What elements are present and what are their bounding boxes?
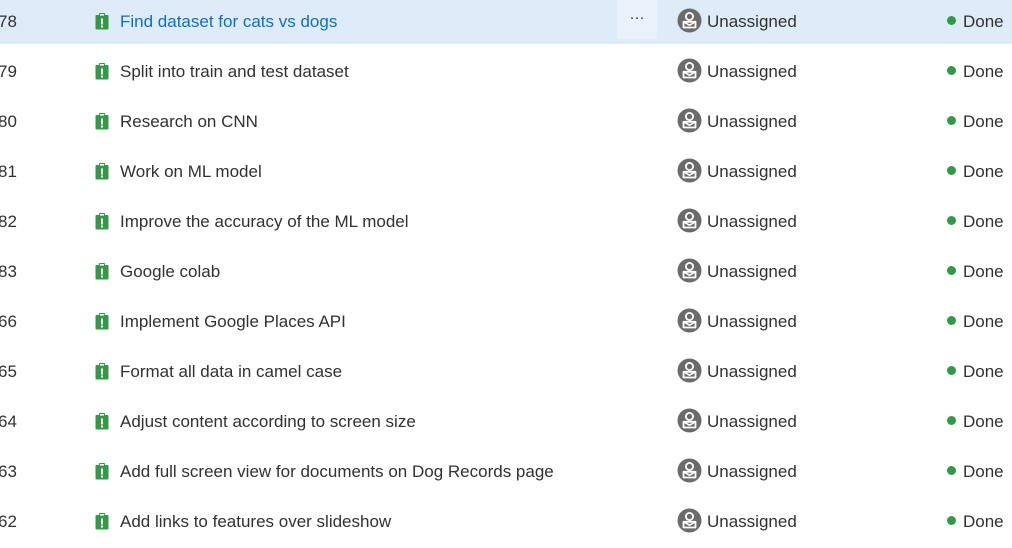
state-done-dot-icon [947,66,956,75]
table-row[interactable]: 80 Research on CNN Unassigned Done [0,99,1012,144]
table-row[interactable]: 66 Implement Google Places API Unassigned D… [0,299,1012,344]
work-item-title[interactable]: Implement Google Places API [120,299,346,344]
task-icon [95,313,109,330]
task-icon [95,13,109,30]
task-icon [95,163,109,180]
table-row[interactable]: 62 Add links to features over slideshow Un… [0,499,1012,544]
state-done-dot-icon [947,216,956,225]
state-label: Done [963,462,1004,481]
avatar [677,8,702,33]
state-done-dot-icon [947,516,956,525]
work-item-title[interactable]: Google colab [120,249,220,294]
state-done-dot-icon [947,16,956,25]
state-done-dot-icon [947,316,956,325]
work-item-title[interactable]: Add links to features over slideshow [120,499,391,544]
work-item-title[interactable]: Research on CNN [120,99,258,144]
state-done-dot-icon [947,416,956,425]
state-done-dot-icon [947,116,956,125]
assignee-label: Unassigned [707,212,797,231]
work-item-id: 63 [0,462,17,481]
state-done-dot-icon [947,466,956,475]
state-label: Done [963,112,1004,131]
state-label: Done [963,412,1004,431]
work-item-title[interactable]: Split into train and test dataset [120,49,349,94]
assignee-label: Unassigned [707,62,797,81]
work-item-title[interactable]: Find dataset for cats vs dogs [120,0,337,44]
state-done-dot-icon [947,366,956,375]
work-item-id: 78 [0,12,17,31]
assignee-label: Unassigned [707,112,797,131]
state-label: Done [963,162,1004,181]
avatar [677,208,702,233]
task-icon [95,213,109,230]
work-item-id: 81 [0,162,17,181]
table-row[interactable]: 82 Improve the accuracy of the ML model Un… [0,199,1012,244]
task-icon [95,113,109,130]
more-actions-button[interactable]: ··· [617,0,657,39]
table-row[interactable]: 81 Work on ML model Unassigned Done [0,149,1012,194]
state-label: Done [963,362,1004,381]
state-done-dot-icon [947,166,956,175]
avatar [677,258,702,283]
task-icon [95,463,109,480]
table-row[interactable]: 79 Split into train and test dataset Unass… [0,49,1012,94]
avatar [677,508,702,533]
avatar [677,108,702,133]
assignee-label: Unassigned [707,12,797,31]
work-item-title[interactable]: Work on ML model [120,149,262,194]
work-item-id: 62 [0,512,17,531]
task-icon [95,263,109,280]
work-item-id: 80 [0,112,17,131]
work-item-id: 66 [0,312,17,331]
table-row[interactable]: 83 Google colab Unassigned Done [0,249,1012,294]
state-label: Done [963,262,1004,281]
work-item-title[interactable]: Format all data in camel case [120,349,342,394]
work-item-id: 64 [0,412,17,431]
assignee-label: Unassigned [707,262,797,281]
work-item-title[interactable]: Adjust content according to screen size [120,399,416,444]
task-icon [95,63,109,80]
assignee-label: Unassigned [707,362,797,381]
state-label: Done [963,62,1004,81]
assignee-label: Unassigned [707,312,797,331]
task-icon [95,363,109,380]
assignee-label: Unassigned [707,162,797,181]
work-item-title[interactable]: Improve the accuracy of the ML model [120,199,409,244]
avatar [677,58,702,83]
work-item-id: 79 [0,62,17,81]
state-label: Done [963,12,1004,31]
table-row[interactable]: 65 Format all data in camel case Unassigne… [0,349,1012,394]
state-done-dot-icon [947,266,956,275]
assignee-label: Unassigned [707,462,797,481]
table-row[interactable]: 63 Add full screen view for documents on … [0,449,1012,494]
avatar [677,308,702,333]
state-label: Done [963,512,1004,531]
table-row[interactable]: 78 Find dataset for cats vs dogs ··· Unassi… [0,0,1012,44]
table-row[interactable]: 64 Adjust content according to screen siz… [0,399,1012,444]
avatar [677,158,702,183]
avatar [677,358,702,383]
assignee-label: Unassigned [707,512,797,531]
avatar [677,458,702,483]
state-label: Done [963,212,1004,231]
assignee-label: Unassigned [707,412,797,431]
work-item-id: 82 [0,212,17,231]
state-label: Done [963,312,1004,331]
work-item-id: 83 [0,262,17,281]
work-item-title[interactable]: Add full screen view for documents on Do… [120,449,554,494]
avatar [677,408,702,433]
task-icon [95,513,109,530]
task-icon [95,413,109,430]
work-item-list: 78 Find dataset for cats vs dogs ··· Unassi… [0,0,1012,548]
work-item-id: 65 [0,362,17,381]
